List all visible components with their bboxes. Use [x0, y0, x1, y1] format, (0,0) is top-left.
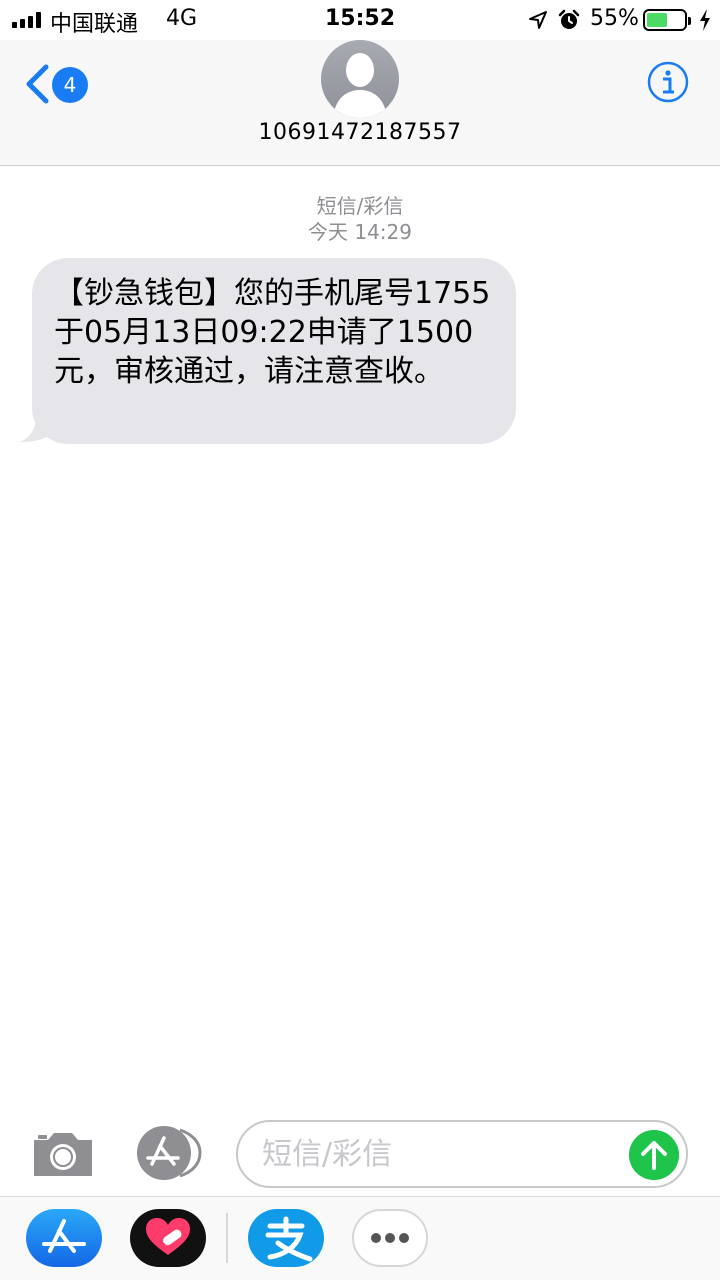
camera-icon[interactable]: [30, 1130, 96, 1178]
unread-badge: 4: [52, 67, 88, 103]
person-silhouette-icon: [333, 53, 387, 118]
digital-touch-heart-icon[interactable]: [130, 1209, 206, 1267]
battery-nub: [688, 17, 691, 25]
conversation-header: 4 10691472187557: [0, 40, 720, 166]
charging-icon: [700, 9, 710, 31]
battery-percent: 55%: [590, 6, 639, 31]
send-arrow-icon[interactable]: [629, 1130, 679, 1180]
app-store-icon[interactable]: [134, 1126, 204, 1180]
avatar-icon[interactable]: [321, 40, 399, 118]
status-bar: 中国联通 4G 15:52 55%: [0, 0, 720, 40]
incoming-message-bubble[interactable]: 【钞急钱包】您的手机尾号1755于05月13日09:22申请了1500元，审核通…: [32, 258, 516, 444]
back-button[interactable]: 4: [20, 60, 92, 106]
message-type-label: 短信/彩信: [316, 194, 404, 218]
contact-name[interactable]: 10691472187557: [0, 120, 720, 145]
message-text: 【钞急钱包】您的手机尾号1755于05月13日09:22申请了1500元，审核通…: [54, 276, 491, 389]
message-input[interactable]: [236, 1120, 688, 1188]
app-store-glyph: [42, 1219, 86, 1253]
alipay-glyph: [265, 1216, 313, 1262]
battery-fill: [647, 13, 667, 27]
battery-icon: [643, 9, 691, 31]
back-chevron-icon: [26, 64, 49, 104]
alipay-icon[interactable]: [248, 1209, 324, 1267]
drawer-divider: [226, 1213, 228, 1263]
message-timestamp: 今天 14:29: [308, 220, 412, 244]
more-icon[interactable]: [352, 1209, 428, 1267]
ellipsis-glyph: [371, 1233, 409, 1243]
location-icon: [529, 11, 547, 29]
app-store-icon[interactable]: [26, 1209, 102, 1267]
composer-bar: [0, 1110, 720, 1196]
imessage-app-drawer: [0, 1196, 720, 1280]
info-icon[interactable]: [647, 61, 689, 103]
alarm-icon: [558, 9, 580, 29]
heart-glyph: [146, 1218, 190, 1255]
